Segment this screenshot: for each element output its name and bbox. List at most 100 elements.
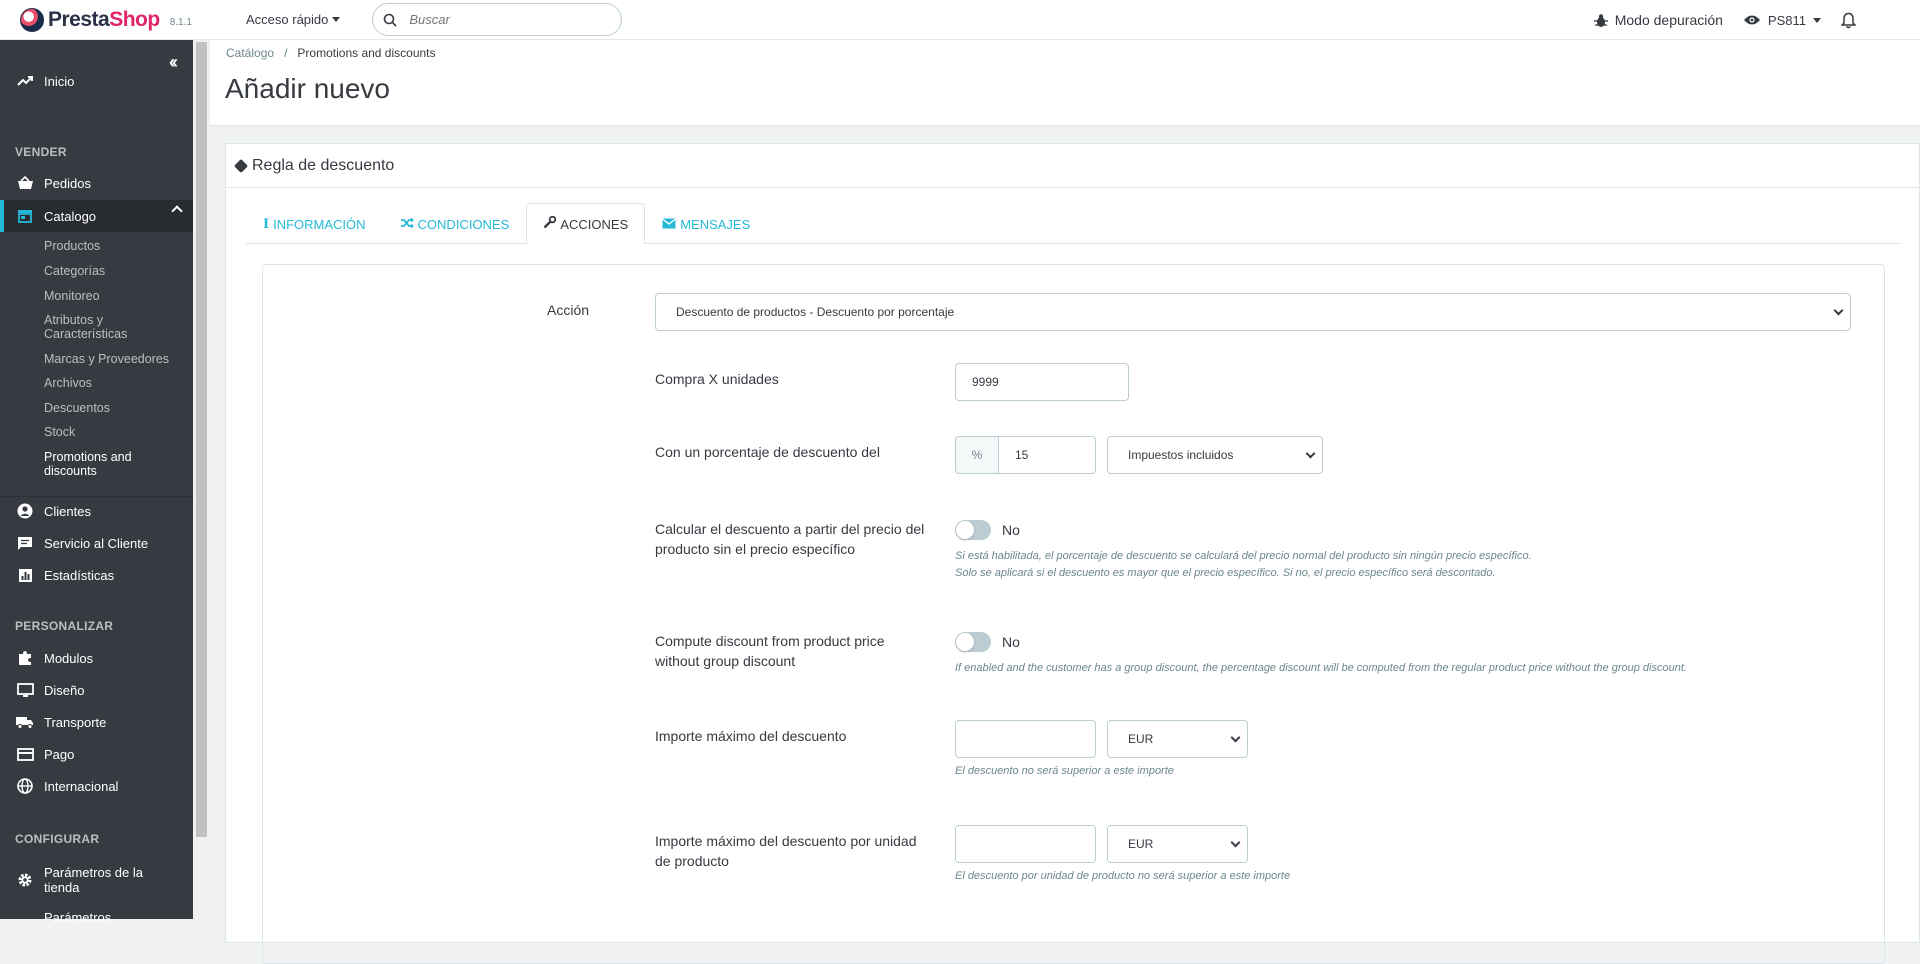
sidebar-item-label: Transporte: [44, 714, 107, 730]
submenu-brands[interactable]: Marcas y Proveedores: [44, 352, 169, 366]
shuffle-icon: [400, 217, 414, 232]
sidebar-item-label: Parámetros: [44, 910, 112, 924]
sidebar-item-shipping[interactable]: Transporte: [0, 712, 193, 732]
submenu-products[interactable]: Productos: [44, 239, 100, 253]
tax-select[interactable]: Impuestos incluidos: [1107, 436, 1323, 474]
sidebar-item-advanced-params[interactable]: Parámetros: [0, 910, 193, 924]
buy-x-input[interactable]: [955, 363, 1129, 401]
max-unit-amount-input[interactable]: [955, 825, 1096, 863]
section-sell-heading: VENDER: [15, 145, 67, 159]
search-input[interactable]: [409, 12, 590, 27]
submenu-monitoring[interactable]: Monitoreo: [44, 289, 100, 303]
chevron-up-icon: [171, 205, 183, 217]
breadcrumb-catalog[interactable]: Catálogo: [226, 46, 274, 60]
max-unit-amount-help: El descuento por unidad de producto no s…: [955, 870, 1291, 882]
debug-mode-link[interactable]: Modo depuración: [1593, 12, 1723, 28]
sidebar-item-label: Inicio: [44, 73, 75, 89]
info-icon: i: [263, 216, 270, 232]
sidebar-item-payment[interactable]: Pago: [0, 744, 193, 764]
breadcrumb-separator: /: [284, 46, 288, 60]
group-discount-toggle[interactable]: [955, 632, 991, 652]
tag-icon: [233, 158, 249, 173]
calc-specific-toggle-label: No: [1002, 522, 1020, 538]
envelope-icon: [662, 217, 677, 232]
tab-label: Información: [273, 216, 366, 232]
sidebar-item-design[interactable]: Diseño: [0, 680, 193, 700]
group-discount-help: If enabled and the customer has a group …: [955, 662, 1687, 674]
sidebar-item-orders[interactable]: Pedidos: [0, 173, 193, 193]
tax-select-value: Impuestos incluidos: [1128, 448, 1234, 462]
sidebar-item-label: Estadísticas: [44, 567, 115, 583]
sidebar-item-home[interactable]: Inicio: [0, 71, 193, 91]
max-amount-help: El descuento no será superior a este imp…: [955, 765, 1174, 777]
shop-name: PS811: [1767, 12, 1806, 28]
calc-specific-label: Calcular el descuento a partir del preci…: [655, 521, 925, 557]
search-box[interactable]: [372, 3, 623, 36]
submenu-attributes[interactable]: Atributos y Características: [44, 313, 144, 341]
submenu-categories[interactable]: Categorías: [44, 264, 105, 278]
sidebar-item-catalog[interactable]: Catalogo: [0, 200, 193, 232]
tab-actions[interactable]: Acciones: [526, 203, 646, 244]
max-unit-currency-select[interactable]: EUR: [1107, 825, 1248, 863]
chat-icon: [16, 534, 34, 552]
brand-name: PrestaShop: [48, 7, 160, 31]
tab-conditions[interactable]: Condiciones: [383, 203, 527, 244]
view-shop-dropdown[interactable]: PS811: [1743, 13, 1821, 28]
max-amount-currency-select[interactable]: EUR: [1107, 720, 1248, 758]
monitor-icon: [16, 681, 34, 699]
sidebar-nav: ‹‹ Inicio VENDER Pedidos Catalogo Produc…: [0, 40, 193, 924]
buy-x-label: Compra X unidades: [655, 371, 779, 387]
sidebar-item-label: Servicio al Cliente: [44, 535, 149, 551]
sidebar-item-label: Diseño: [44, 682, 85, 698]
notifications-button[interactable]: [1841, 12, 1856, 29]
section-configure-heading: CONFIGURAR: [15, 832, 100, 846]
bug-icon: [1593, 13, 1608, 27]
globe-icon: [16, 777, 34, 795]
divider: [0, 496, 193, 497]
discount-rule-panel: Regla de descuento i Información Condici…: [225, 143, 1920, 964]
max-amount-label: Importe máximo del descuento: [655, 728, 847, 744]
sidebar-item-label: Clientes: [44, 503, 91, 519]
percent-input[interactable]: [998, 436, 1096, 474]
prestashop-logo[interactable]: PrestaShop 8.1.1: [20, 7, 210, 32]
scrollbar-thumb[interactable]: [196, 42, 207, 837]
submenu-files[interactable]: Archivos: [44, 376, 92, 390]
tab-information[interactable]: i Información: [246, 203, 383, 244]
puzzle-icon: [16, 649, 34, 667]
sidebar-item-stats[interactable]: Estadísticas: [0, 565, 193, 585]
percent-label: Con un porcentaje de descuento del: [655, 444, 880, 460]
tab-messages[interactable]: Mensajes: [645, 203, 767, 244]
search-icon: [384, 13, 397, 27]
sidebar-item-international[interactable]: Internacional: [0, 776, 193, 796]
submenu-stock[interactable]: Stock: [44, 425, 75, 439]
breadcrumb-current: Promotions and discounts: [297, 46, 436, 60]
page-header: Catálogo / Promotions and discounts Añad…: [210, 40, 1920, 126]
max-amount-input[interactable]: [955, 720, 1096, 758]
sidebar-item-label: Pedidos: [44, 175, 91, 191]
quick-access-dropdown[interactable]: Acceso rápido: [246, 12, 341, 27]
calc-specific-help-1: Si está habilitada, el porcentaje de des…: [955, 550, 1532, 562]
panel-heading: Regla de descuento: [226, 144, 1919, 188]
sidebar-item-customers[interactable]: Clientes: [0, 501, 193, 521]
breadcrumb: Catálogo / Promotions and discounts: [226, 46, 436, 60]
sidebar-scrollbar[interactable]: [193, 40, 210, 919]
page-title: Añadir nuevo: [225, 73, 391, 104]
submenu-promotions[interactable]: Promotions and discounts: [44, 450, 144, 478]
currency-value: EUR: [1128, 837, 1154, 851]
submenu-discounts[interactable]: Descuentos: [44, 401, 110, 415]
group-discount-toggle-label: No: [1002, 634, 1020, 650]
top-header: PrestaShop 8.1.1 Acceso rápido Modo depu…: [0, 0, 1920, 40]
sidebar-item-label: Pago: [44, 746, 75, 762]
panel-title: Regla de descuento: [252, 156, 395, 174]
sidebar-item-customer-service[interactable]: Servicio al Cliente: [0, 533, 193, 553]
action-select[interactable]: Descuento de productos - Descuento por p…: [655, 293, 1851, 331]
group-discount-label: Compute discount from product price with…: [655, 633, 885, 669]
calc-specific-toggle[interactable]: [955, 520, 991, 540]
sidebar-item-label: Parámetros de la tienda: [44, 865, 143, 895]
tab-label: Mensajes: [680, 216, 751, 232]
sidebar-item-modules[interactable]: Modulos: [0, 648, 193, 668]
sidebar-item-shop-params[interactable]: Parámetros de la tienda: [0, 864, 193, 896]
collapse-sidebar-icon[interactable]: ‹‹: [169, 52, 178, 73]
chevron-down-icon: [1305, 448, 1316, 459]
